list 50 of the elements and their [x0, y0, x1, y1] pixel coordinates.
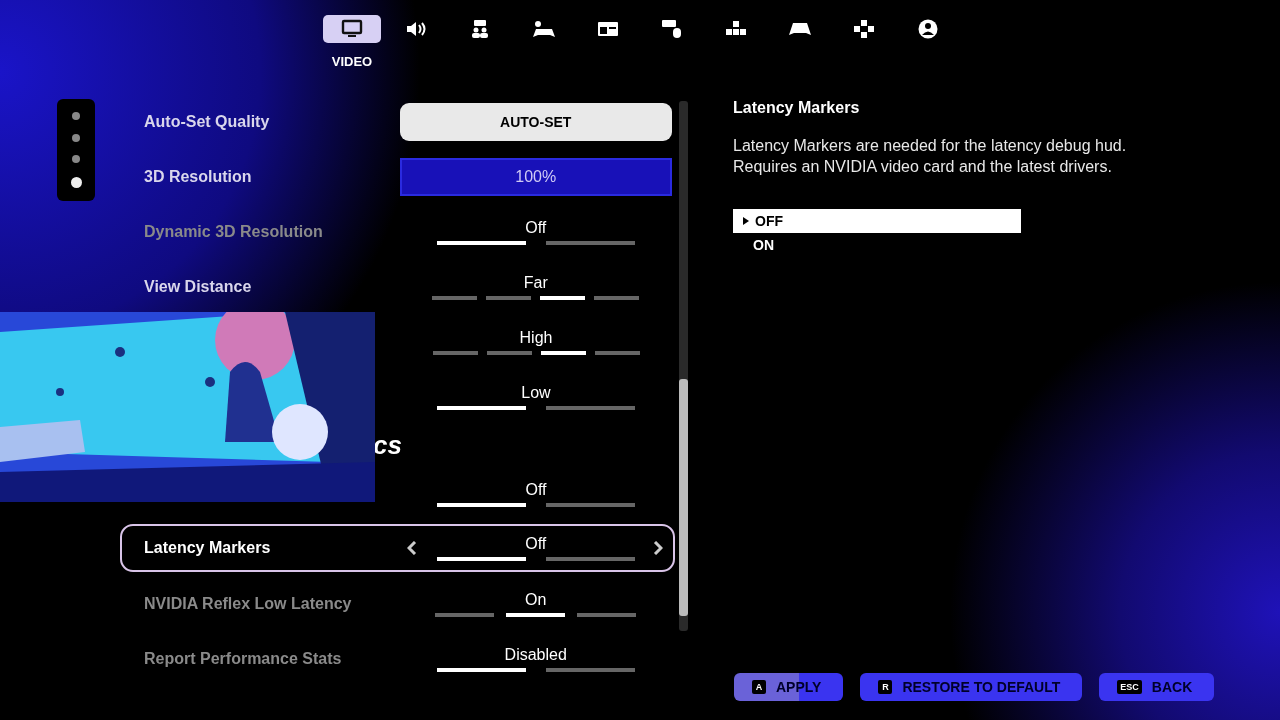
option-item[interactable]: ON	[733, 233, 1021, 257]
tab-label: VIDEO	[331, 54, 373, 69]
setting-row[interactable]: Auto-Set Quality AUTO-SET	[120, 94, 675, 149]
setting-label: Report Performance Stats	[144, 649, 342, 667]
setting-row[interactable]: Latency Markers Off	[120, 524, 675, 572]
section-heading: cs	[373, 429, 402, 461]
keyboard-mouse-icon	[661, 19, 683, 39]
key-icon: ESC	[1117, 680, 1142, 694]
auto-set-button[interactable]: AUTO-SET	[399, 102, 672, 141]
setting-row[interactable]: 3D Resolution 100%	[120, 149, 675, 204]
page-dot[interactable]	[72, 133, 80, 142]
page-dot[interactable]	[70, 176, 82, 188]
dpad-icon	[853, 19, 875, 39]
setting-value: Off	[525, 218, 547, 237]
setting-row[interactable]: Low	[397, 369, 675, 424]
option-item[interactable]: OFF	[733, 209, 1021, 233]
setting-row[interactable]: Off	[397, 466, 675, 521]
account-icon	[917, 19, 939, 39]
setting-value: Far	[523, 273, 548, 292]
window-icon	[597, 19, 619, 39]
setting-value: Low	[521, 383, 551, 402]
setting-label: NVIDIA Reflex Low Latency	[144, 594, 352, 612]
footer-button[interactable]: A APPLY	[734, 673, 844, 701]
tab[interactable]	[323, 15, 381, 43]
key-icon: R	[878, 680, 893, 694]
scrollbar[interactable]	[679, 101, 688, 631]
setting-label: View Distance	[144, 277, 252, 295]
footer-button[interactable]: ESC BACK	[1099, 673, 1215, 701]
setting-label: 3D Resolution	[144, 167, 252, 185]
setting-label: Latency Markers	[144, 539, 271, 556]
page-dot[interactable]	[72, 112, 80, 121]
setting-label: Auto-Set Quality	[144, 112, 270, 130]
setting-label: Dynamic 3D Resolution	[144, 222, 323, 240]
setting-value: Disabled	[504, 645, 567, 664]
setting-row[interactable]: View Distance Far	[120, 259, 675, 314]
detail-title: Latency Markers	[733, 99, 861, 117]
setting-value: Off	[525, 480, 547, 499]
speaker-icon	[405, 19, 427, 39]
people-icon	[469, 19, 491, 39]
setting-value: On	[525, 590, 547, 609]
page-dot[interactable]	[72, 155, 80, 164]
detail-description: Latency Markers are needed for the latency debug hud. Requires an NVIDIA video card and the latest drivers.	[733, 136, 1128, 177]
caret-icon	[743, 217, 749, 225]
setting-value: High	[519, 328, 553, 347]
setting-row[interactable]: High	[397, 314, 675, 369]
key-icon: A	[752, 680, 766, 694]
monitor-icon	[341, 19, 363, 39]
resolution-bar[interactable]: 100%	[399, 157, 672, 196]
footer-button[interactable]: R RESTORE TO DEFAULT	[860, 673, 1083, 701]
setting-value: Off	[525, 535, 547, 553]
